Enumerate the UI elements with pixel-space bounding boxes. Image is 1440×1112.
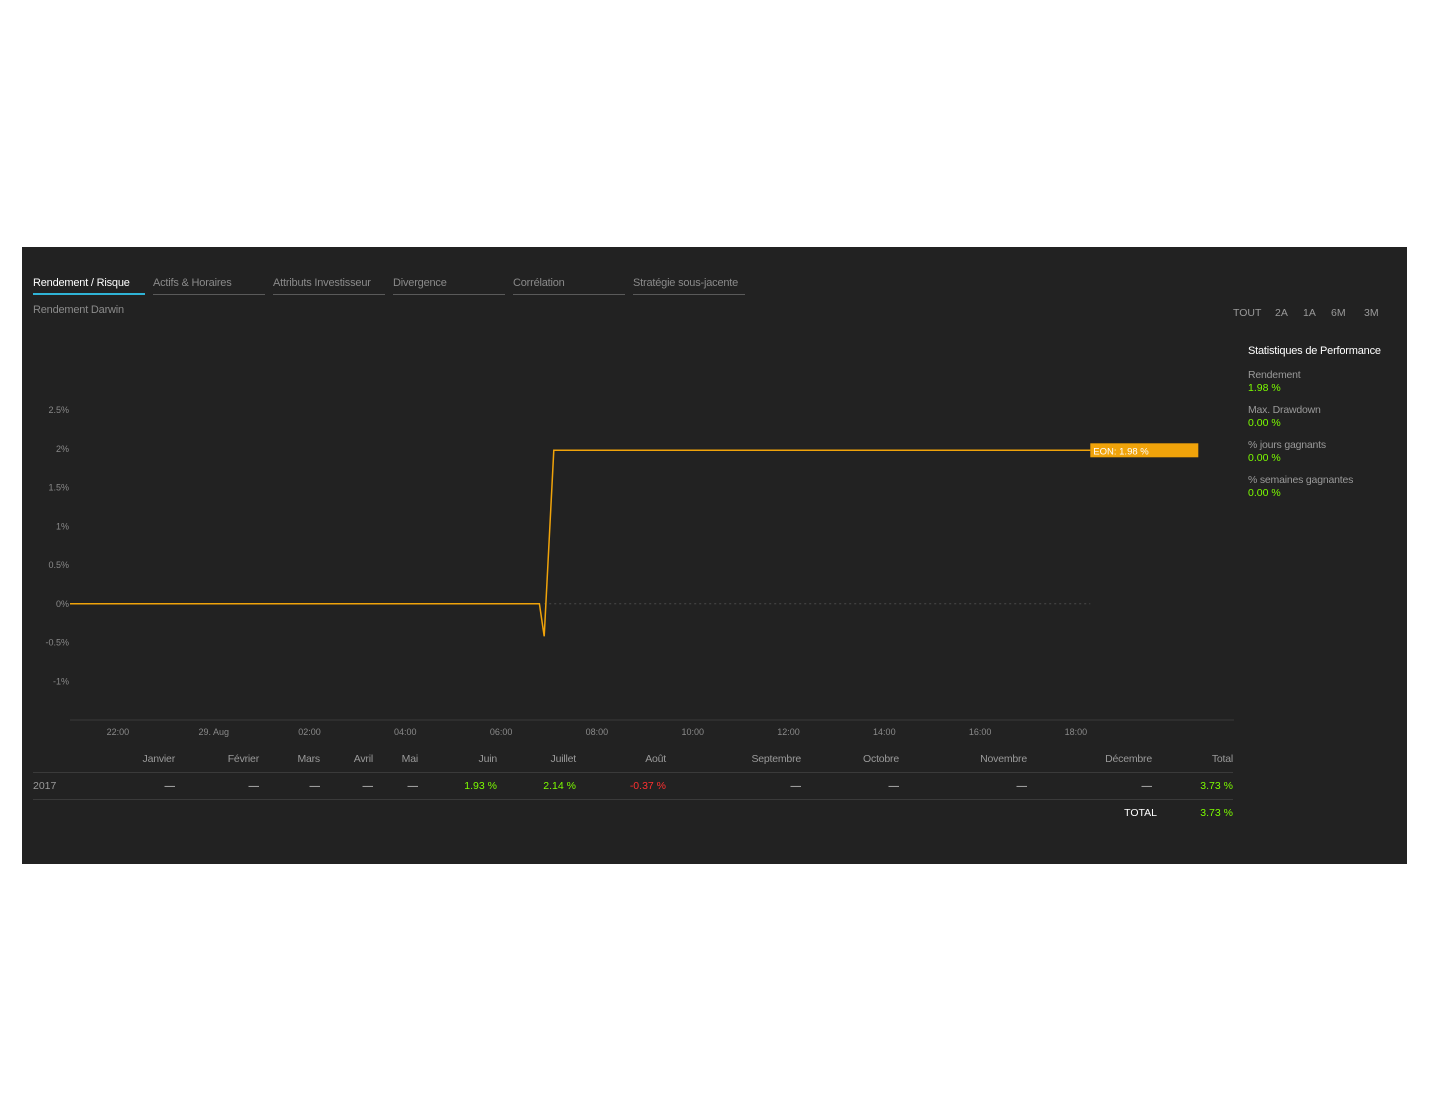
x-tick-label: 02:00 <box>298 727 321 737</box>
month-value: — <box>248 780 260 792</box>
y-tick-label: 0.5% <box>48 560 69 570</box>
x-tick-label: 29. Aug <box>198 727 229 737</box>
month-header: Total <box>1211 753 1233 765</box>
month-header: Octobre <box>863 753 899 765</box>
month-value: — <box>888 780 900 792</box>
month-header: Novembre <box>980 753 1027 765</box>
y-tick-label: 1% <box>56 521 69 531</box>
row-separator <box>33 799 1233 800</box>
month-header: Juillet <box>550 753 577 765</box>
month-value: 1.93 % <box>464 780 497 792</box>
total-value: 3.73 % <box>1200 807 1233 819</box>
x-tick-label: 16:00 <box>969 727 992 737</box>
month-value: — <box>407 780 419 792</box>
x-tick-label: 10:00 <box>681 727 704 737</box>
month-value: — <box>1016 780 1028 792</box>
x-tick-label: 18:00 <box>1065 727 1088 737</box>
y-tick-label: -0.5% <box>45 638 69 648</box>
x-tick-label: 06:00 <box>490 727 513 737</box>
row-separator <box>33 772 1233 773</box>
month-header: Juin <box>478 753 498 765</box>
x-tick-label: 12:00 <box>777 727 800 737</box>
month-header: Janvier <box>142 753 176 765</box>
year-label: 2017 <box>33 780 57 792</box>
month-header: Septembre <box>751 753 801 765</box>
month-header: Août <box>645 753 666 765</box>
x-tick-label: 08:00 <box>586 727 609 737</box>
y-tick-label: 2.5% <box>48 405 69 415</box>
series-value-label: EON: 1.98 % <box>1093 446 1149 457</box>
series-line-eon <box>70 449 1091 637</box>
x-tick-label: 22:00 <box>107 727 130 737</box>
total-label: TOTAL <box>1124 807 1157 819</box>
darwin-panel: Rendement / Risque Actifs & Horaires Att… <box>22 247 1407 864</box>
month-header: Mai <box>401 753 419 765</box>
month-header: Février <box>227 753 259 765</box>
month-value: — <box>790 780 802 792</box>
month-value: — <box>164 780 176 792</box>
month-header: Mars <box>297 753 320 765</box>
month-value: — <box>362 780 374 792</box>
y-tick-label: 2% <box>56 444 69 454</box>
y-tick-label: -1% <box>53 676 69 686</box>
month-header: Décembre <box>1105 753 1152 765</box>
y-tick-label: 0% <box>56 599 69 609</box>
month-value: 3.73 % <box>1200 780 1233 792</box>
month-value: — <box>1141 780 1153 792</box>
y-tick-label: 1.5% <box>48 483 69 493</box>
month-value: — <box>309 780 321 792</box>
x-tick-label: 14:00 <box>873 727 896 737</box>
x-tick-label: 04:00 <box>394 727 417 737</box>
month-value: 2.14 % <box>543 780 576 792</box>
month-value: -0.37 % <box>629 780 666 792</box>
return-chart: 2.5% 2% 1.5% 1% 0.5% 0% -0.5% -1% 22:00 29. Aug 02… <box>45 405 1234 737</box>
month-header: Avril <box>353 753 373 765</box>
